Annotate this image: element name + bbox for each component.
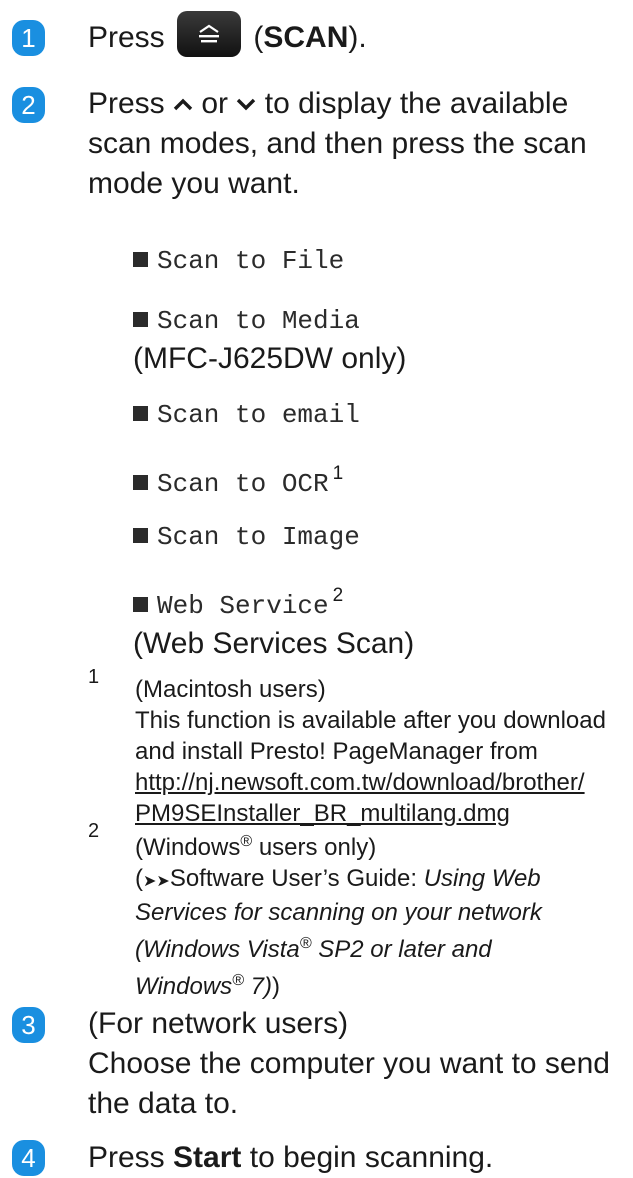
scan-mode-label: Web Service: [157, 591, 329, 621]
step-2-text: Press or to display the available scan m…: [88, 84, 587, 204]
up-arrow-icon: [173, 98, 193, 111]
registered-mark: ®: [232, 972, 244, 989]
registered-mark: ®: [299, 935, 312, 952]
step-number-3: 3: [12, 1007, 45, 1043]
step-2-line3: mode you want.: [88, 167, 300, 200]
step-2-text-c: to display the available: [264, 87, 569, 120]
scan-mode-label: Scan to OCR: [157, 469, 329, 499]
step-4-post: to begin scanning.: [249, 1141, 494, 1174]
step-3-text: (For network users) Choose the computer …: [88, 1004, 610, 1124]
step-3-line: (For network users): [88, 1007, 349, 1040]
step-4-text: Press Start to begin scanning.: [88, 1138, 493, 1178]
down-arrow-icon: [237, 98, 256, 111]
step-1-paren-close: ).: [348, 21, 367, 54]
guide-section-title: Using Web: [423, 865, 541, 892]
list-item-scan-to-image: Scan to Image: [133, 516, 360, 556]
download-link-continued[interactable]: PM9SEInstaller_BR_multilang.dmg: [135, 800, 510, 827]
scan-mode-label: Scan to Media: [157, 306, 360, 336]
list-item-scan-to-file: Scan to File: [133, 240, 344, 280]
footnote-text: (Windows: [135, 834, 241, 861]
list-item-scan-to-email: Scan to email: [133, 394, 360, 434]
footnote-text: ): [271, 973, 280, 1000]
step-1-text: Press (SCAN).: [88, 11, 367, 58]
footnote-number: 1: [88, 666, 100, 688]
footnote-line: and install Presto! PageManager from: [135, 738, 538, 765]
guide-section-title: SP2 or later and: [311, 936, 492, 963]
step-3-line: Choose the computer you want to send: [88, 1047, 610, 1080]
footnote-text: (: [135, 865, 143, 892]
bullet-square-icon: [133, 406, 148, 421]
bullet-square-icon: [133, 528, 148, 543]
double-arrow-icon: ➤➤: [143, 873, 170, 890]
scan-mode-label: Scan to email: [157, 400, 360, 430]
list-item-web-service: Web Service 2 (Web Services Scan): [133, 577, 414, 663]
step-number-1: 1: [12, 20, 45, 56]
footnote-2: (Windows® users only) (➤➤Software User’s…: [135, 826, 625, 1002]
step-1-pre: Press: [88, 21, 165, 54]
footnote-1: (Macintosh users) This function is avail…: [135, 674, 625, 829]
step-2-text-a: Press: [88, 87, 165, 120]
step-4-bold: Start: [173, 1141, 242, 1174]
step-number-4: 4: [12, 1140, 45, 1176]
scan-mode-label: Scan to File: [157, 246, 345, 276]
guide-section-title: 7): [243, 973, 272, 1000]
step-2-text-b: or: [201, 87, 229, 120]
footnote-number: 2: [88, 820, 100, 842]
step-1-paren-open: (: [245, 21, 264, 54]
guide-section-title: (Windows Vista: [135, 936, 300, 963]
footnote-ref: 2: [332, 585, 344, 606]
footnote-ref: 1: [332, 463, 344, 484]
list-item-scan-to-media: Scan to Media (MFC-J625DW only): [133, 300, 406, 378]
list-item-scan-to-ocr: Scan to OCR 1: [133, 455, 343, 503]
step-1-bold: SCAN: [263, 21, 349, 54]
footnote-line: (Macintosh users): [135, 676, 326, 703]
bullet-square-icon: [133, 312, 148, 327]
step-2-line2: scan modes, and then press the scan: [88, 127, 587, 160]
guide-section-title: Services for scanning on your network: [135, 899, 542, 926]
guide-section-title: Windows: [135, 973, 233, 1000]
registered-mark: ®: [240, 833, 253, 850]
bullet-square-icon: [133, 597, 148, 612]
download-link[interactable]: http://nj.newsoft.com.tw/download/brothe…: [135, 769, 585, 796]
scan-mode-note: (MFC-J625DW only): [133, 342, 407, 375]
scan-mode-label: Scan to Image: [157, 522, 360, 552]
footnote-line: This function is available after you dow…: [135, 707, 606, 734]
scan-button-icon: [177, 11, 242, 58]
step-3-line: the data to.: [88, 1087, 239, 1120]
scan-mode-note: (Web Services Scan): [133, 627, 415, 660]
footnote-text: Software User’s Guide:: [169, 865, 424, 892]
bullet-square-icon: [133, 252, 148, 267]
step-4-pre: Press: [88, 1141, 165, 1174]
bullet-square-icon: [133, 475, 148, 490]
step-number-2: 2: [12, 87, 45, 123]
footnote-text: users only): [252, 834, 377, 861]
